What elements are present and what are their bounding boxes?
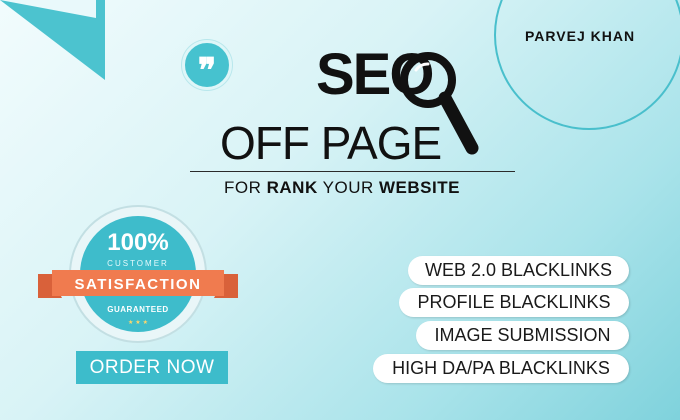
service-pill: WEB 2.0 BLACKLINKS — [408, 256, 629, 285]
order-now-button[interactable]: ORDER NOW — [76, 351, 228, 384]
seal-guaranteed: GUARANTEED — [107, 305, 168, 314]
service-pill: IMAGE SUBMISSION — [416, 321, 629, 350]
tagline-pre: FOR — [224, 178, 267, 197]
service-pill: HIGH DA/PA BLACKLINKS — [373, 354, 629, 383]
seal-percent: 100% — [107, 229, 168, 256]
seal-customer: CUSTOMER — [107, 259, 169, 268]
satisfaction-seal: 100% CUSTOMER SATISFACTION GUARANTEED ★ … — [38, 205, 238, 343]
gig-banner: PARVEJ KHAN ❞ SEO OFF PAGE FOR RANK YOUR… — [0, 0, 680, 420]
service-pill: PROFILE BLACKLINKS — [399, 288, 629, 317]
quote-icon: ❞ — [182, 40, 232, 91]
title-divider — [190, 171, 515, 172]
tagline-rank: RANK — [266, 178, 318, 197]
tagline-mid: YOUR — [317, 178, 379, 197]
page-title: OFF PAGE — [220, 117, 442, 169]
seal-stars: ★ ★ ★ — [128, 319, 148, 326]
seal-satisfaction: SATISFACTION — [75, 276, 202, 293]
tagline: FOR RANK YOUR WEBSITE — [224, 178, 460, 198]
author-circle — [494, 0, 680, 130]
author-name: PARVEJ KHAN — [525, 28, 636, 44]
tagline-website: WEBSITE — [378, 178, 460, 197]
